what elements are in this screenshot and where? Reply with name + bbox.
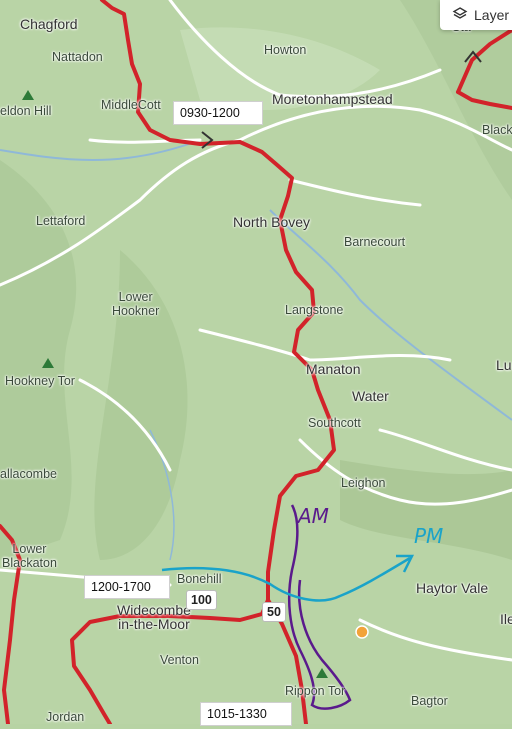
layers-icon [452, 6, 468, 25]
place-langstone: Langstone [285, 303, 344, 317]
waymark-100[interactable]: 100 [186, 590, 217, 610]
place-chagford: Chagford [20, 16, 78, 32]
place-rippon-tor: Rippon Tor [285, 684, 346, 698]
place-black: Black [482, 123, 512, 137]
place-moretonhampstead: Moretonhampstead [272, 91, 393, 107]
route-note-0930-1200: 0930-1200 [173, 101, 263, 125]
place-water: Water [352, 388, 389, 404]
place-venton: Venton [160, 653, 199, 667]
place-north-bovey: North Bovey [233, 214, 311, 230]
place-widecombe: Widecombe in-the-Moor [117, 603, 191, 631]
place-widecombe-line1: Widecombe [117, 602, 191, 618]
place-lettaford: Lettaford [36, 214, 86, 228]
place-allacombe: allacombe [0, 467, 57, 481]
place-lower-blackaton: Lower Blackaton [2, 542, 57, 570]
place-lu: Lu [496, 357, 512, 373]
place-middlecott: MiddleCott [101, 98, 161, 112]
place-lower-hookner-line2: Hookner [112, 304, 160, 318]
place-meldon-hill: eldon Hill [0, 104, 52, 118]
place-haytor-vale: Haytor Vale [416, 580, 489, 596]
place-hookney-tor: Hookney Tor [5, 374, 75, 388]
place-lower-hookner-line1: Lower [118, 290, 153, 304]
route-note-1015-1330: 1015-1330 [200, 702, 292, 726]
place-lower-blackaton-line1: Lower [12, 542, 47, 556]
route-note-1200-1700: 1200-1700 [84, 575, 170, 599]
place-leighon: Leighon [341, 476, 386, 490]
place-southcott: Southcott [308, 416, 361, 430]
place-ile: Ile [500, 611, 512, 627]
place-howton: Howton [264, 43, 307, 57]
place-widecombe-line2: in-the-Moor [118, 616, 190, 632]
layers-button[interactable]: Layer [440, 0, 512, 30]
place-barnecourt: Barnecourt [344, 235, 406, 249]
annotation-pm: PM [414, 524, 444, 548]
annotation-am: AM [298, 504, 329, 528]
place-manaton: Manaton [306, 361, 361, 377]
waymark-50[interactable]: 50 [262, 602, 286, 622]
place-nattadon: Nattadon [52, 50, 103, 64]
place-bonehill: Bonehill [177, 572, 222, 586]
place-lower-hookner: Lower Hookner [112, 290, 159, 318]
place-bagtor: Bagtor [411, 694, 448, 708]
layers-label: Layer [474, 7, 510, 23]
place-lower-blackaton-line2: Blackaton [2, 556, 57, 570]
place-jordan: Jordan [46, 710, 85, 724]
